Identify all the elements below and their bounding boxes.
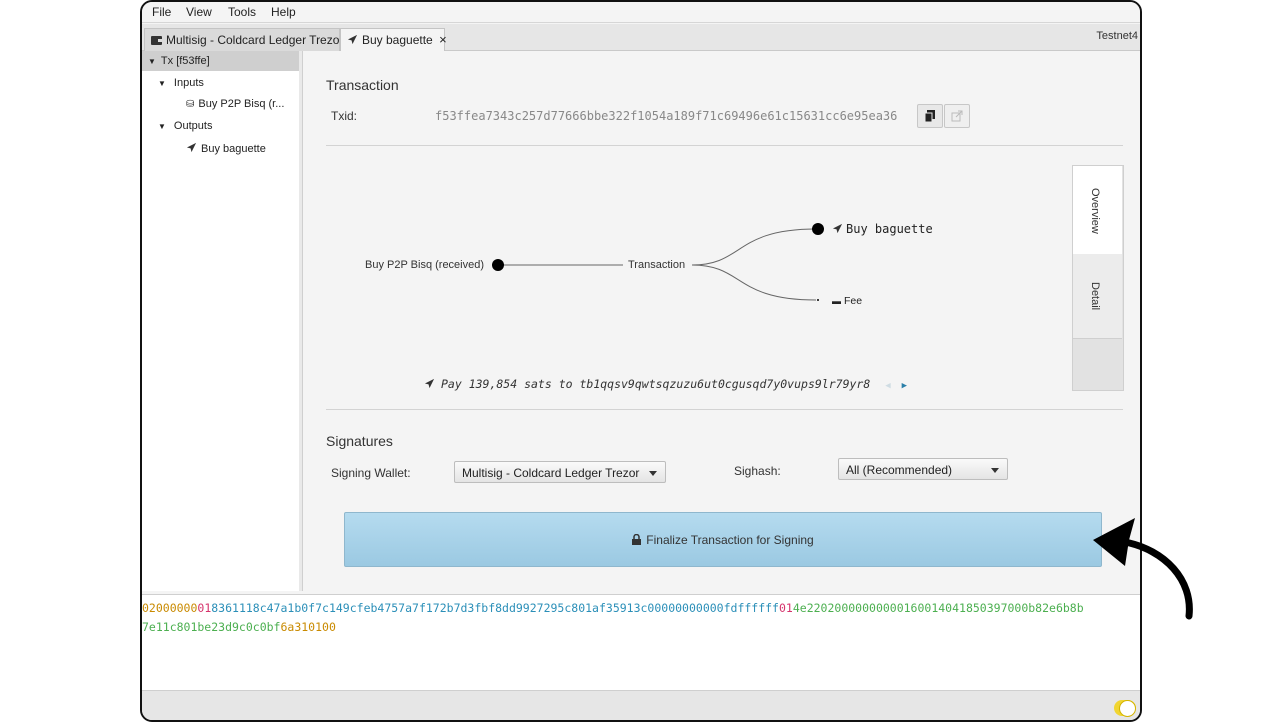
tab-multisig-wallet[interactable]: Multisig - Coldcard Ledger Trezor: [144, 28, 344, 51]
input-node[interactable]: [492, 259, 504, 271]
tab-detail-label: Detail: [1089, 282, 1101, 311]
hex-line-2: 7e11c801be23d9c0c0bf6a310100: [142, 618, 336, 636]
hex-line-1: 02000000018361118c47a1b0f7c149cfeb4757a7…: [142, 599, 1084, 617]
diagram-fee-label: Fee: [844, 295, 863, 307]
tab-detail[interactable]: Detail: [1073, 254, 1122, 339]
tree-output-item[interactable]: Buy baguette: [186, 142, 266, 155]
menu-help[interactable]: Help: [271, 5, 296, 19]
payment-summary: Pay 139,854 sats to tb1qqsv9qwtsqzuzu6ut…: [424, 377, 907, 391]
tab-label: Multisig - Coldcard Ledger Trezor: [166, 33, 344, 47]
fee-icon: ▬: [832, 296, 841, 306]
sighash-label: Sighash:: [734, 464, 781, 478]
transaction-diagram: [492, 223, 824, 301]
expand-arrow-icon[interactable]: ▼: [158, 79, 166, 88]
transaction-tree: ▼ Tx [f53ffe] ▼ Inputs ⛁ Buy P2P Bisq (r...…: [142, 51, 300, 591]
hex-segment: 01: [197, 601, 212, 615]
send-icon: [347, 34, 358, 45]
tree-outputs-label: Outputs: [173, 120, 213, 132]
status-bar: [142, 690, 1140, 720]
splitter[interactable]: [299, 51, 303, 591]
wallet-icon: [151, 36, 162, 45]
app-window: File View Tools Help Multisig - Coldcard…: [140, 0, 1142, 722]
menu-view[interactable]: View: [186, 5, 212, 19]
diagram-output[interactable]: Buy baguette: [832, 222, 933, 236]
hex-segment: 8361118c47a1b0f7c149cfeb4757a7f172b7d3fb…: [211, 601, 710, 615]
transaction-panel: Transaction Txid: f53ffea7343c257d77666b…: [304, 51, 1138, 591]
signing-wallet-value: Multisig - Coldcard Ledger Trezor: [462, 466, 640, 480]
divider: [326, 409, 1123, 410]
diagram-output-label: Buy baguette: [846, 222, 933, 236]
sighash-select[interactable]: All (Recommended): [838, 458, 1008, 480]
hex-segment: 02000000: [142, 601, 198, 615]
diagram-center-label: Transaction: [628, 259, 686, 271]
tab-overview-label: Overview: [1089, 188, 1101, 234]
hex-segment: 4e22020000000000160014041850397000b82e6b…: [792, 601, 1084, 615]
menu-tools[interactable]: Tools: [228, 5, 256, 19]
signatures-title: Signatures: [326, 433, 393, 449]
signing-wallet-select[interactable]: Multisig - Coldcard Ledger Trezor: [454, 461, 666, 483]
sighash-value: All (Recommended): [846, 463, 953, 477]
tab-bar: Multisig - Coldcard Ledger Trezor Buy ba…: [142, 24, 1140, 51]
tree-input-item[interactable]: ⛁ Buy P2P Bisq (r...: [186, 98, 284, 110]
diagram-side-tabs: Overview Detail: [1072, 165, 1124, 391]
tab-label: Buy baguette: [362, 33, 433, 47]
send-icon: [424, 378, 435, 389]
next-arrow-icon[interactable]: ▶: [902, 381, 907, 391]
chevron-down-icon: [649, 471, 657, 476]
close-icon[interactable]: ×: [439, 32, 447, 47]
output-line: [691, 228, 817, 266]
menu-file[interactable]: File: [152, 5, 171, 19]
tab-buy-baguette[interactable]: Buy baguette ×: [340, 28, 447, 51]
connection-toggle[interactable]: [1114, 700, 1136, 717]
output-node[interactable]: [812, 223, 824, 235]
toggle-knob: [1119, 700, 1136, 717]
tree-output-label: Buy baguette: [201, 143, 266, 155]
expand-arrow-icon[interactable]: ▼: [148, 57, 156, 66]
hex-segment: 7e11c801be23d9c0c0bf: [142, 620, 281, 634]
menu-bar: File View Tools Help: [142, 2, 1140, 23]
send-icon: [186, 142, 197, 153]
hex-segment: 00fdffffff: [709, 601, 779, 615]
tab-overview[interactable]: Overview: [1073, 166, 1122, 255]
lock-icon: [632, 533, 642, 545]
finalize-transaction-button[interactable]: Finalize Transaction for Signing: [344, 512, 1102, 567]
raw-transaction-hex[interactable]: 02000000018361118c47a1b0f7c149cfeb4757a7…: [142, 594, 1140, 691]
tree-root[interactable]: ▼ Tx [f53ffe]: [148, 55, 210, 67]
annotation-arrow-icon: [1093, 518, 1193, 620]
chevron-down-icon: [991, 468, 999, 473]
send-icon: [832, 223, 843, 234]
tree-inputs[interactable]: ▼ Inputs: [158, 77, 204, 89]
hex-segment: 6a310100: [280, 620, 336, 634]
hex-segment: 01: [779, 601, 793, 615]
fee-line: [691, 264, 817, 301]
tree-root-label: Tx [f53ffe]: [160, 55, 210, 67]
payment-summary-text: Pay 139,854 sats to tb1qqsv9qwtsqzuzu6ut…: [441, 377, 871, 391]
fee-node: [817, 299, 819, 301]
diagram-fee[interactable]: ▬ Fee: [832, 295, 862, 307]
tree-inputs-label: Inputs: [173, 77, 204, 89]
finalize-label: Finalize Transaction for Signing: [646, 533, 814, 547]
signing-wallet-label: Signing Wallet:: [331, 466, 411, 480]
prev-arrow-icon[interactable]: ◀: [885, 381, 890, 391]
tree-outputs[interactable]: ▼ Outputs: [158, 120, 212, 132]
diagram-input-label[interactable]: Buy P2P Bisq (received): [365, 259, 484, 271]
expand-arrow-icon[interactable]: ▼: [158, 122, 166, 131]
network-label: Testnet4: [1096, 30, 1138, 42]
coins-icon: ⛁: [186, 99, 195, 110]
tree-input-label: Buy P2P Bisq (r...: [198, 98, 285, 110]
